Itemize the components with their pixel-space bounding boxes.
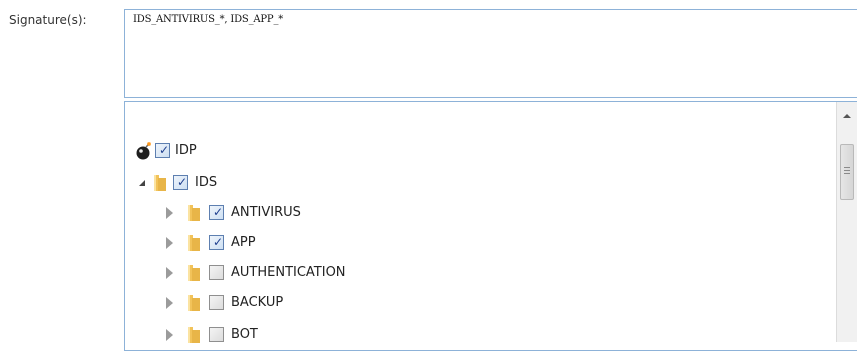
tree-node-label: IDP [175,143,197,158]
tree-node-ids[interactable]: ✓ IDS [135,173,335,193]
scroll-up-icon[interactable] [843,114,851,118]
folder-icon [188,295,200,311]
collapse-arrow-icon[interactable] [166,207,173,219]
idp-checkbox[interactable]: ✓ [155,143,170,158]
ids-checkbox[interactable]: ✓ [173,175,188,190]
check-icon: ✓ [213,205,224,219]
folder-icon [188,235,200,251]
antivirus-checkbox[interactable]: ✓ [209,205,224,220]
collapse-arrow-icon[interactable] [166,329,173,341]
grip-line [844,173,850,174]
folder-icon [188,205,200,221]
tree-node-antivirus[interactable]: ✓ ANTIVIRUS [135,203,435,223]
signature-textarea[interactable]: IDS_ANTIVIRUS_*, IDS_APP_* [124,9,857,98]
tree-node-authentication[interactable]: AUTHENTICATION [135,263,435,283]
tree-scrollbar[interactable] [836,102,857,342]
tree-node-label: BOT [231,327,258,342]
tree-node-label: APP [231,235,256,250]
check-icon: ✓ [159,143,170,157]
tree-node-label: AUTHENTICATION [231,265,346,280]
check-icon: ✓ [213,235,224,249]
collapse-arrow-icon[interactable] [166,237,173,249]
collapse-arrow-icon[interactable] [166,267,173,279]
idp-bomb-icon [136,142,151,160]
tree-node-backup[interactable]: BACKUP [135,293,435,313]
tree-node-label: IDS [195,175,218,190]
grip-line [844,167,850,168]
authentication-checkbox[interactable] [209,265,224,280]
signature-value: IDS_ANTIVIRUS_*, IDS_APP_* [133,14,284,25]
tree-node-bot[interactable]: BOT [135,325,435,345]
check-icon: ✓ [177,175,188,189]
scroll-thumb[interactable] [840,144,854,200]
folder-icon [154,175,166,191]
signature-label: Signature(s): [9,13,87,27]
tree-node-app[interactable]: ✓ APP [135,233,435,253]
folder-icon [188,265,200,281]
expand-arrow-icon[interactable] [139,180,145,186]
grip-line [844,170,850,171]
app-checkbox[interactable]: ✓ [209,235,224,250]
backup-checkbox[interactable] [209,295,224,310]
tree-node-idp[interactable]: ✓ IDP [135,141,335,161]
bot-checkbox[interactable] [209,327,224,342]
collapse-arrow-icon[interactable] [166,297,173,309]
tree-node-label: BACKUP [231,295,284,310]
folder-icon [188,327,200,343]
signature-tree[interactable]: ✓ IDP ✓ IDS ✓ ANTIVIRUS ✓ APP AUTHENTICA… [124,101,857,351]
tree-node-label: ANTIVIRUS [231,205,301,220]
